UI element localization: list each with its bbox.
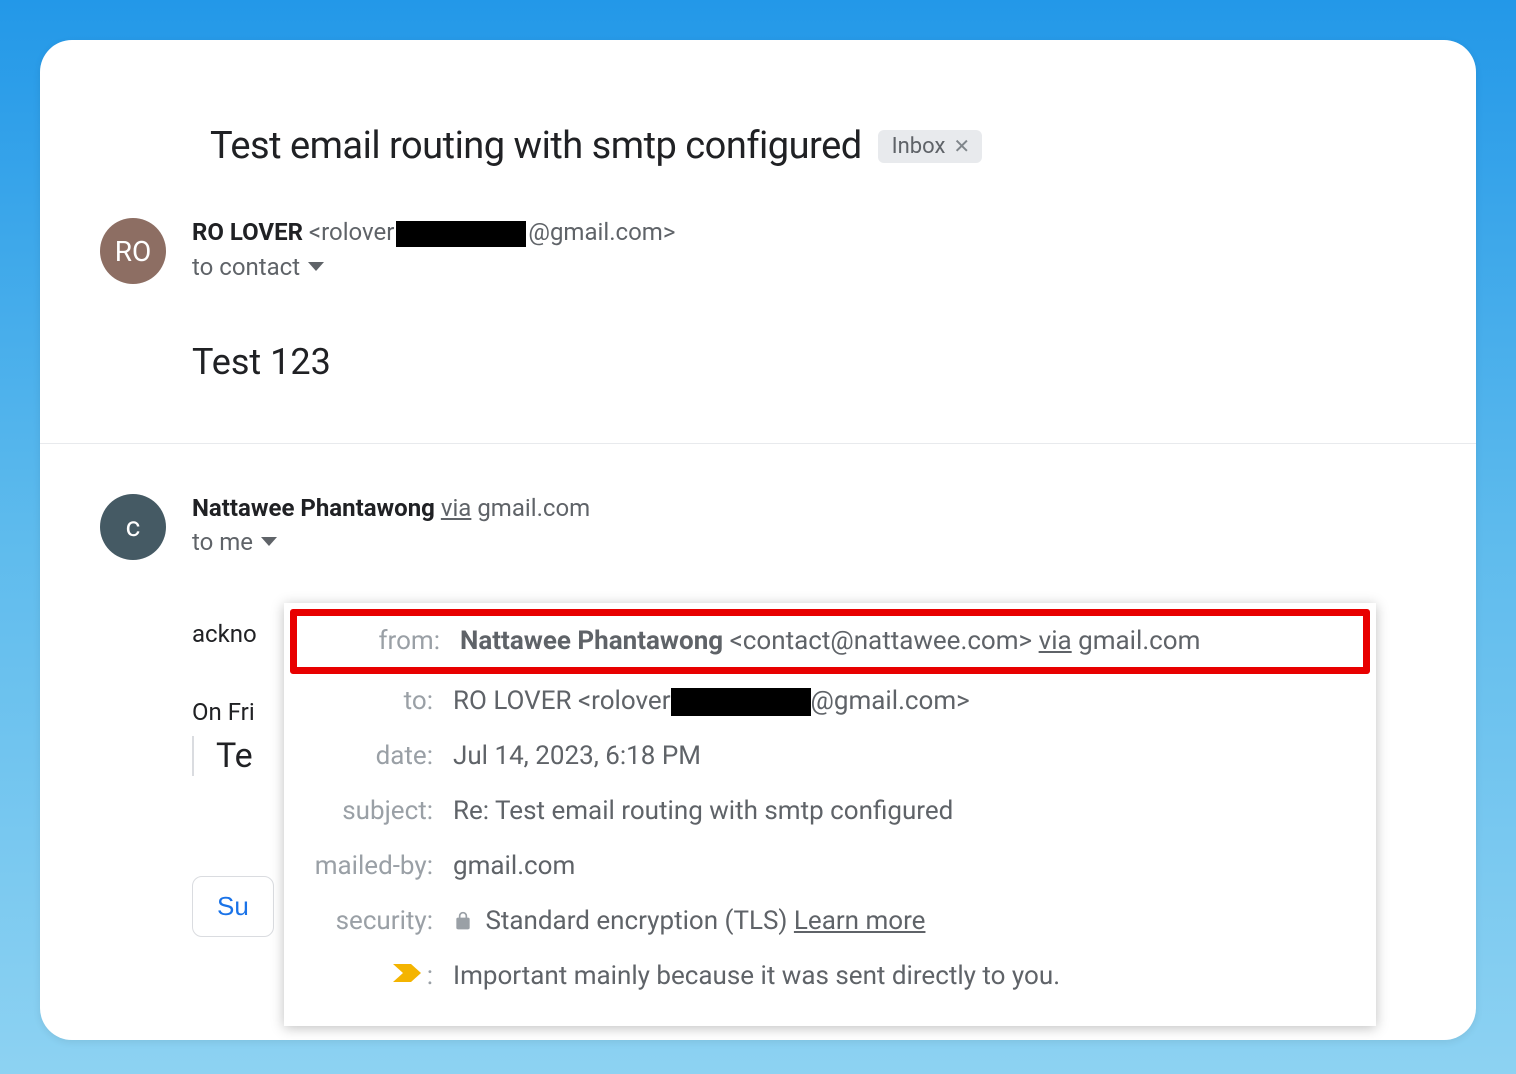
details-value: RO LOVER <rolover @gmail.com> (453, 682, 1352, 721)
inbox-label-chip[interactable]: Inbox ✕ (878, 130, 983, 163)
email-card: Test email routing with smtp configured … (40, 40, 1476, 1040)
details-via-domain: gmail.com (1078, 626, 1200, 656)
sender-name: Nattawee Phantawong (192, 494, 435, 522)
sender-email-suffix: @gmail.com> (528, 218, 675, 246)
via-domain: gmail.com (477, 494, 590, 522)
details-key: security: (308, 902, 433, 941)
details-to-prefix: RO LOVER <rolover (453, 686, 671, 716)
details-security-row: security: Standard encryption (TLS) Lear… (284, 894, 1376, 949)
sender-name: RO LOVER (192, 218, 303, 246)
via-label: via (441, 494, 472, 522)
to-line-text: to contact (192, 253, 300, 281)
subject-text: Test email routing with smtp configured (210, 124, 862, 168)
message-1: RO RO LOVER <rolover @gmail.com> to conta… (40, 188, 1476, 423)
importance-icon (391, 957, 423, 996)
to-line[interactable]: to contact (192, 253, 324, 281)
learn-more-link[interactable]: Learn more (794, 906, 926, 936)
details-value: gmail.com (453, 847, 1352, 886)
suggest-button-label: Su (217, 891, 249, 922)
details-importance-key: : (427, 957, 433, 996)
sender-email-prefix: <rolover (309, 218, 394, 246)
subject-row: Test email routing with smtp configured … (40, 40, 1476, 188)
avatar-initials: RO (115, 235, 152, 268)
avatar[interactable]: RO (100, 218, 166, 284)
details-importance-row: : Important mainly because it was sent d… (284, 949, 1376, 1004)
chevron-down-icon (261, 537, 277, 546)
details-via-label: via (1039, 626, 1072, 656)
details-value: Standard encryption (TLS) Learn more (453, 902, 1352, 941)
details-from-row: from: Nattawee Phantawong <contact@natta… (290, 609, 1370, 674)
details-from-name: Nattawee Phantawong (460, 626, 723, 656)
details-value: Nattawee Phantawong <contact@nattawee.co… (460, 622, 1345, 661)
sender-line: Nattawee Phantawong via gmail.com (192, 494, 1416, 522)
details-to-suffix: @gmail.com> (811, 686, 970, 716)
sender-line: RO LOVER <rolover @gmail.com> (192, 218, 1416, 247)
details-date-row: date: Jul 14, 2023, 6:18 PM (284, 729, 1376, 784)
suggest-button[interactable]: Su (192, 876, 274, 937)
details-security-text: Standard encryption (TLS) (485, 906, 787, 936)
details-subject-row: subject: Re: Test email routing with smt… (284, 784, 1376, 839)
details-from-email: <contact@nattawee.com> (730, 626, 1033, 656)
inbox-chip-label: Inbox (892, 134, 946, 159)
message-divider (40, 443, 1476, 444)
details-key: subject: (308, 792, 433, 831)
message-details-popover: from: Nattawee Phantawong <contact@natta… (284, 603, 1376, 1026)
details-value: Jul 14, 2023, 6:18 PM (453, 737, 1352, 776)
lock-icon (453, 904, 473, 924)
avatar-initials: c (126, 510, 141, 543)
details-mailedby-row: mailed-by: gmail.com (284, 839, 1376, 894)
details-key: mailed-by: (308, 847, 433, 886)
details-value: Re: Test email routing with smtp configu… (453, 792, 1352, 831)
details-key: : (308, 957, 433, 996)
avatar[interactable]: c (100, 494, 166, 560)
close-icon[interactable]: ✕ (953, 134, 970, 158)
details-value: Important mainly because it was sent dir… (453, 957, 1352, 996)
message-body: Test 123 (192, 341, 1416, 383)
details-key: to: (308, 682, 433, 721)
details-key: from: (315, 622, 440, 661)
to-line[interactable]: to me (192, 528, 277, 556)
chevron-down-icon (308, 262, 324, 271)
redacted-block (396, 221, 526, 247)
message-1-content: RO LOVER <rolover@gmail.com> to contact … (192, 218, 1416, 383)
details-to-row: to: RO LOVER <rolover @gmail.com> (284, 674, 1376, 729)
details-key: date: (308, 737, 433, 776)
redacted-block (671, 688, 811, 716)
to-line-text: to me (192, 528, 253, 556)
